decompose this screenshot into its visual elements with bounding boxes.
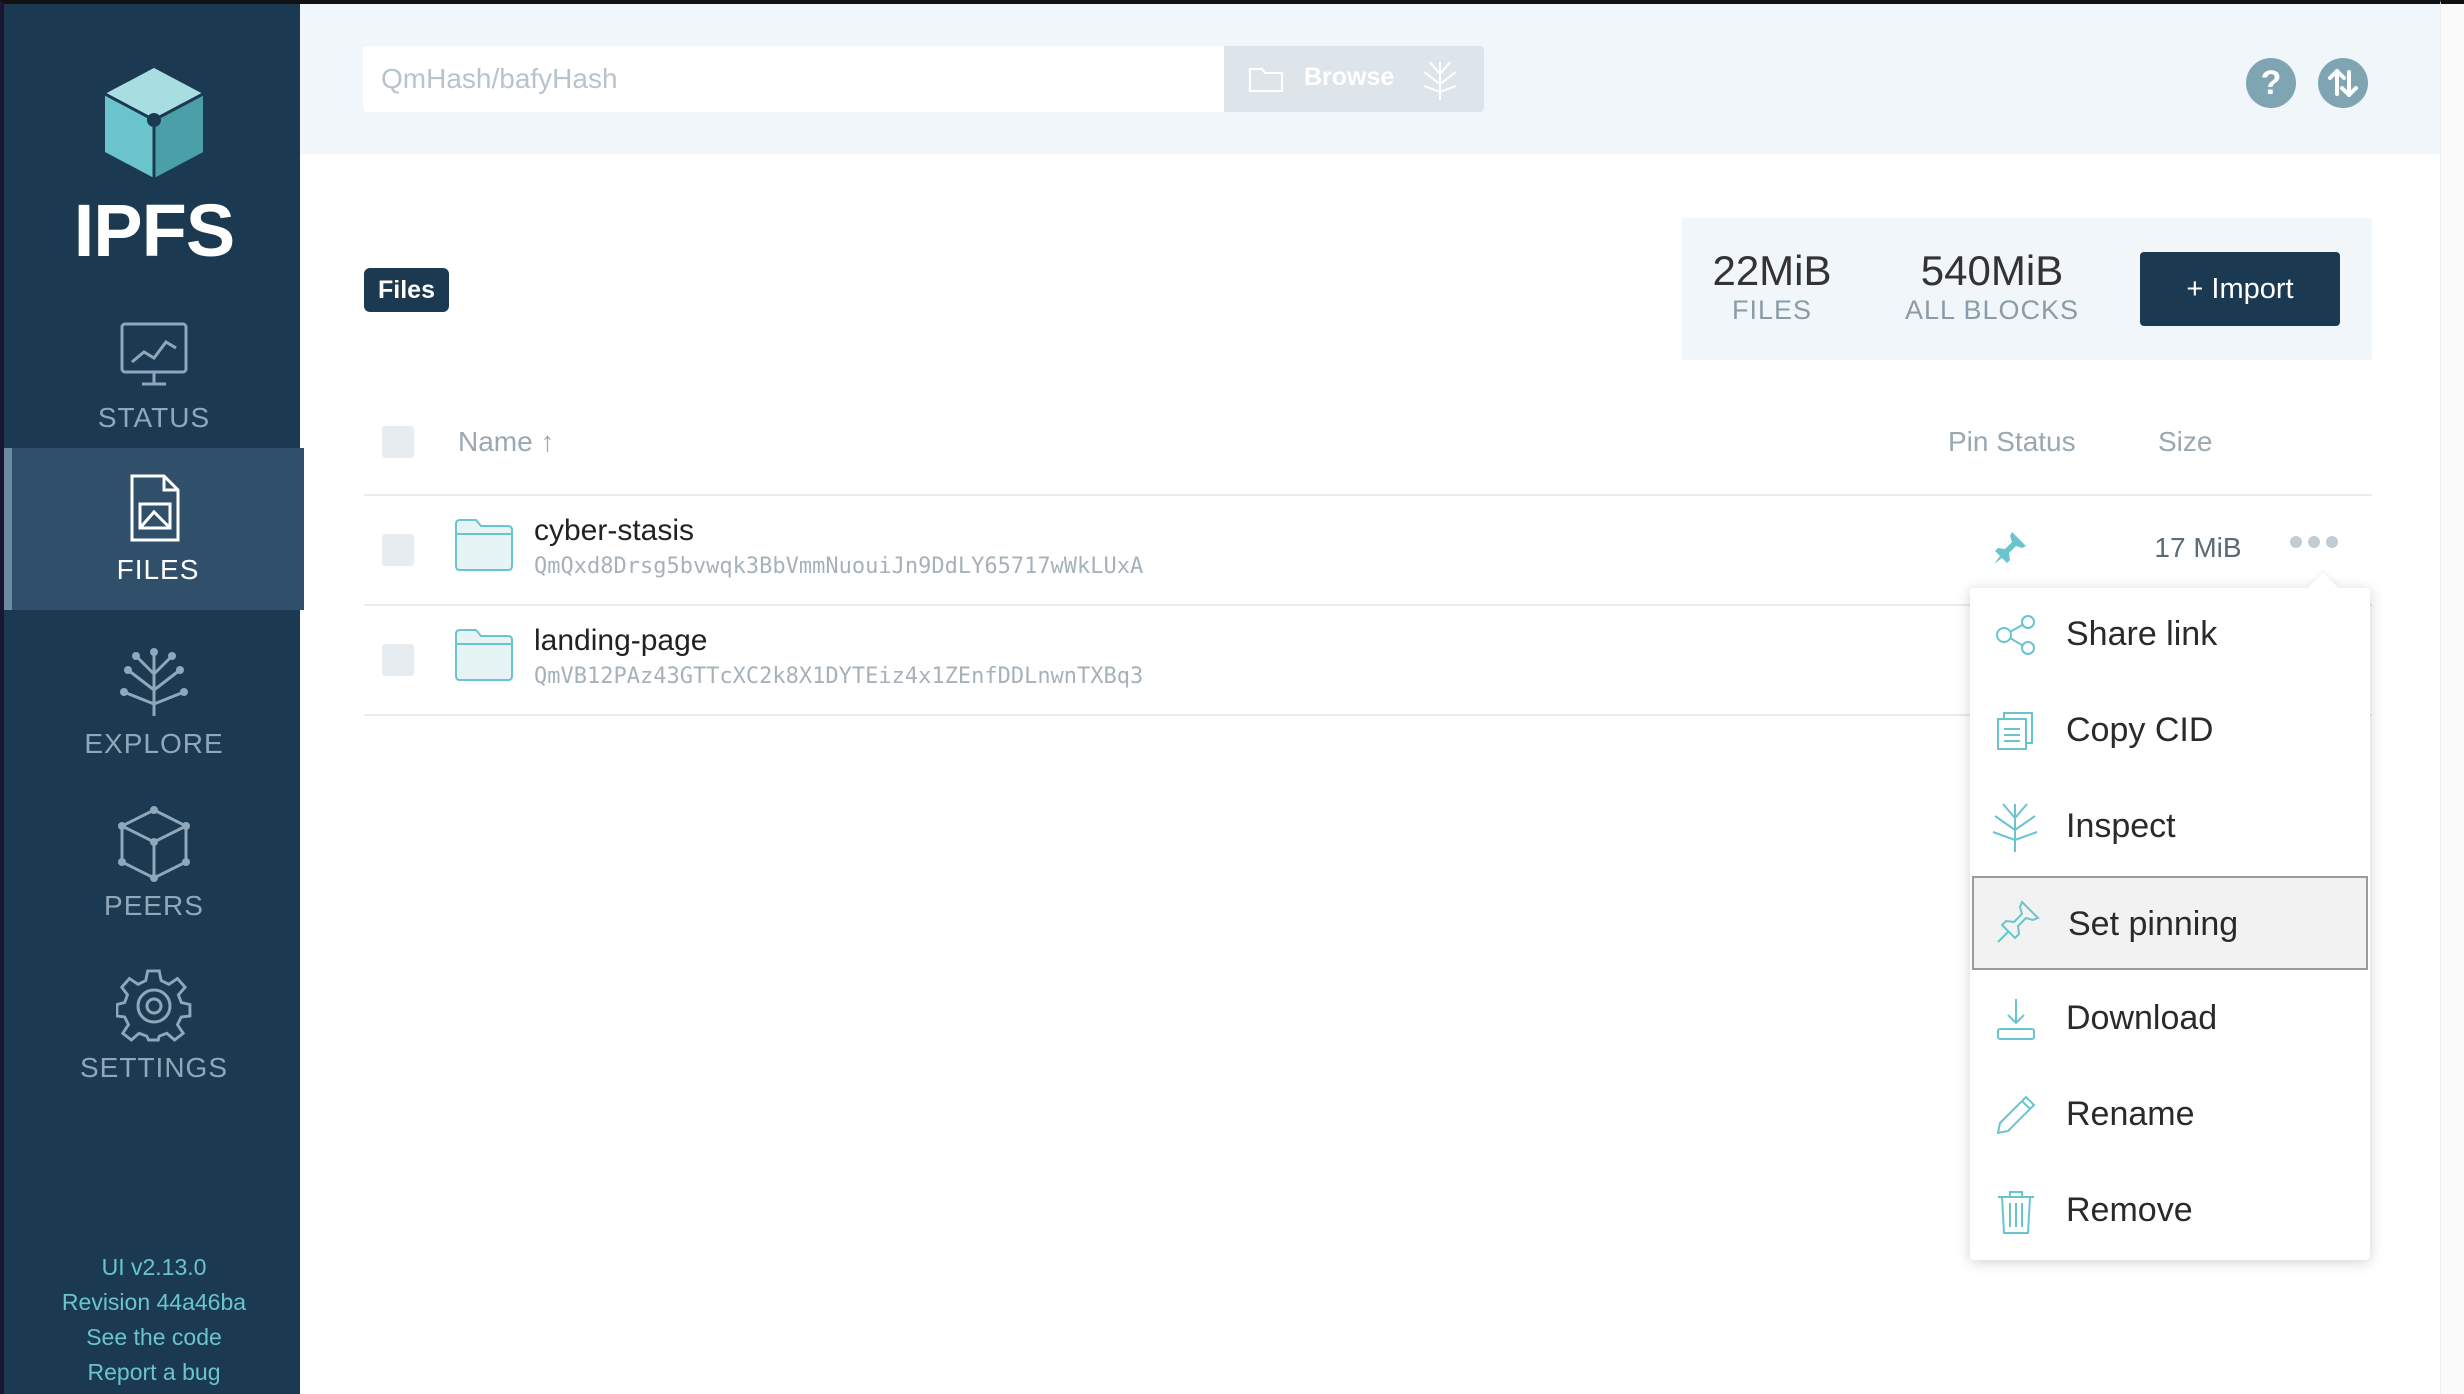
download-icon — [1997, 999, 2035, 1040]
menu-item-rename[interactable]: Rename — [1972, 1068, 2368, 1162]
top-bar: Browse ? — [300, 0, 2440, 154]
all-blocks-value: 540MiB — [1920, 247, 2064, 294]
folder-icon — [1249, 68, 1283, 92]
pinned-icon[interactable] — [1990, 528, 2030, 568]
more-options-icon[interactable] — [2288, 532, 2340, 552]
menu-item-share-link[interactable]: Share link — [1972, 588, 2368, 682]
pencil-icon — [1996, 1095, 2036, 1135]
logo-text: IPFS — [73, 189, 235, 272]
menu-item-inspect[interactable]: Inspect — [1972, 780, 2368, 874]
sidebar-footer: UI v2.13.0 Revision 44a46ba See the code… — [4, 1250, 304, 1390]
menu-item-set-pinning[interactable]: Set pinning — [1972, 876, 2368, 970]
inspect-icon — [1992, 803, 2038, 852]
size-column-header[interactable]: Size — [2158, 426, 2212, 458]
menu-item-copy-cid[interactable]: Copy CID — [1972, 684, 2368, 778]
name-column-header[interactable]: Name ↑ — [458, 426, 554, 458]
browse-label: Browse — [1304, 63, 1395, 91]
ui-version-link[interactable]: UI v2.13.0 — [4, 1250, 304, 1285]
sidebar-item-label: STATUS — [97, 402, 211, 433]
menu-item-label: Rename — [2066, 1095, 2195, 1133]
menu-item-download[interactable]: Download — [1972, 972, 2368, 1066]
peers-cube-icon — [118, 806, 190, 882]
folder-icon — [455, 519, 513, 571]
share-icon — [1996, 615, 2035, 655]
pin-status-column-header: Pin Status — [1948, 426, 2076, 457]
file-context-menu: Share link Copy CID Inspect Set pinning … — [1970, 572, 2370, 1260]
import-button[interactable]: + Import — [2140, 252, 2340, 326]
page-scrollbar[interactable] — [2440, 0, 2464, 1394]
ipfs-cube-icon — [104, 68, 204, 178]
ipfs-logo[interactable]: IPFS — [4, 64, 304, 273]
sidebar-item-label: EXPLORE — [84, 728, 224, 759]
row-checkbox[interactable] — [382, 644, 414, 676]
menu-item-remove[interactable]: Remove — [1972, 1164, 2368, 1258]
revision-link[interactable]: Revision 44a46ba — [4, 1285, 304, 1320]
cid-search-input[interactable] — [363, 46, 1225, 112]
files-table-header: Name ↑ Pin Status Size — [364, 412, 2372, 496]
menu-item-label: Remove — [2066, 1191, 2193, 1229]
menu-item-label: Copy CID — [2066, 711, 2214, 749]
menu-item-label: Set pinning — [2068, 905, 2239, 943]
select-all-checkbox[interactable] — [382, 426, 414, 458]
explore-tree-icon — [1423, 61, 1457, 100]
sidebar: IPFS STATUS FILES EXPLORE PEERS SETTINGS… — [0, 0, 304, 1394]
explore-tree-icon — [120, 648, 188, 716]
trash-icon — [1998, 1191, 2034, 1234]
help-button[interactable]: ? — [2246, 58, 2296, 108]
menu-item-label: Share link — [2066, 615, 2218, 653]
connection-status-button[interactable] — [2318, 58, 2368, 108]
sidebar-item-label: SETTINGS — [79, 1052, 228, 1083]
sidebar-item-files[interactable]: FILES — [4, 448, 304, 610]
menu-item-label: Inspect — [2066, 807, 2176, 845]
sidebar-item-settings[interactable]: SETTINGS — [4, 946, 304, 1108]
transfer-arrows-icon — [2328, 69, 2358, 97]
sidebar-item-label: PEERS — [104, 890, 204, 921]
see-the-code-link[interactable]: See the code — [4, 1320, 304, 1355]
menu-item-label: Download — [2066, 999, 2218, 1037]
sidebar-item-peers[interactable]: PEERS — [4, 784, 304, 946]
status-monitor-icon — [120, 322, 188, 386]
file-name[interactable]: cyber-stasis — [534, 514, 694, 548]
folder-icon — [455, 629, 513, 681]
copy-icon — [1997, 712, 2033, 750]
repo-stats-panel: 22MiB FILES 540MiB ALL BLOCKS + Import — [1682, 218, 2372, 360]
file-size: 17 MiB — [2154, 532, 2242, 563]
file-cid: QmVB12PAz43GTTcXC2k8X1DYTEiz4x1ZEnfDDLnw… — [534, 664, 1144, 689]
sidebar-item-label: FILES — [116, 554, 200, 585]
row-checkbox[interactable] — [382, 534, 414, 566]
pin-icon — [1997, 900, 2040, 943]
breadcrumb-files[interactable]: Files — [364, 268, 449, 312]
file-cid: QmQxd8Drsg5bvwqk3BbVmmNuouiJn9DdLY65717w… — [534, 554, 1144, 579]
files-size-stat: 22MiB FILES — [1712, 248, 1832, 326]
report-a-bug-link[interactable]: Report a bug — [4, 1355, 304, 1390]
sidebar-item-explore[interactable]: EXPLORE — [4, 622, 304, 784]
all-blocks-label: ALL BLOCKS — [1904, 295, 2080, 325]
file-name[interactable]: landing-page — [534, 624, 707, 658]
settings-gear-icon — [116, 969, 192, 1042]
help-question-icon: ? — [2260, 64, 2282, 102]
files-document-icon — [130, 474, 180, 542]
sidebar-item-status[interactable]: STATUS — [4, 296, 304, 458]
files-size-value: 22MiB — [1712, 247, 1832, 294]
browse-button[interactable]: Browse — [1224, 46, 1484, 112]
all-blocks-stat: 540MiB ALL BLOCKS — [1892, 248, 2092, 326]
files-size-label: FILES — [1731, 295, 1813, 325]
